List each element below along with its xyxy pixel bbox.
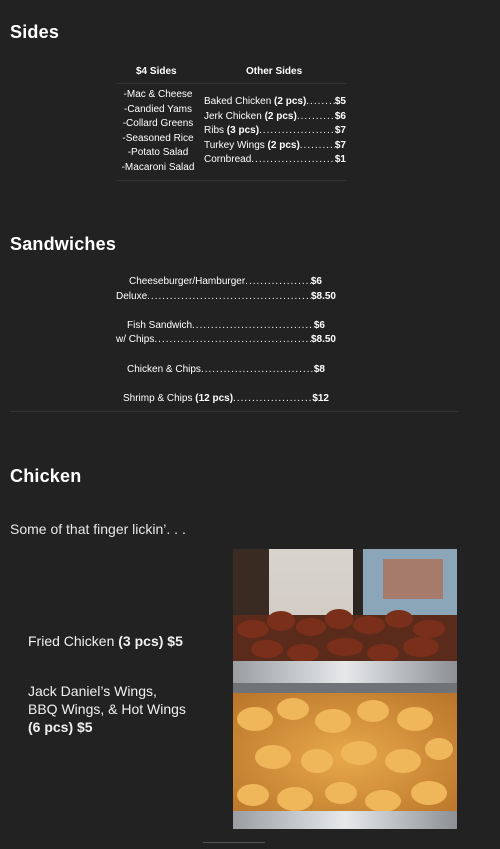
other-side-price: $5 — [334, 96, 346, 107]
sides-heading: Sides — [10, 22, 60, 42]
other-side-row: Jerk Chicken (2 pcs) $6 — [204, 110, 346, 125]
wings-line-1: Jack Daniel’s Wings, — [28, 683, 157, 699]
other-side-price: $1 — [334, 154, 346, 166]
other-side-qty: (2 pcs) — [264, 110, 297, 122]
dot-leader — [147, 291, 311, 302]
other-side-name: Cornbread — [204, 154, 252, 166]
other-side-qty: (3 pcs) — [226, 125, 260, 137]
other-side-row: Ribs (3 pcs) $7 — [204, 124, 346, 139]
other-side-row: Baked Chicken (2 pcs) $5 — [204, 95, 346, 110]
dot-leader — [245, 276, 311, 287]
dot-leader — [297, 110, 335, 125]
sandwich-qty: (12 pcs) — [195, 393, 234, 404]
other-sides-header: Other Sides — [246, 66, 303, 77]
chicken-intro: Some of that finger lickin’. . . — [10, 521, 186, 537]
side-item: -Potato Salad — [127, 147, 189, 159]
wings-line-2: BBQ Wings, & Hot Wings — [28, 701, 186, 717]
sandwich-name: Cheeseburger/Hamburger — [129, 276, 246, 287]
dot-leader — [192, 320, 314, 331]
sandwich-name: w/ Chips — [116, 334, 155, 345]
other-side-row: Turkey Wings (2 pcs) $7 — [204, 139, 346, 154]
wings-price: (6 pcs) $5 — [28, 719, 93, 735]
sandwich-name: Shrimp & Chips — [123, 393, 193, 404]
sandwich-row: Fish Sandwich $6 — [127, 320, 325, 331]
other-side-name: Jerk Chicken — [204, 110, 262, 122]
four-dollar-sides-list: -Mac & Cheese -Candied Yams -Collard Gre… — [116, 88, 200, 176]
other-side-price: $6 — [334, 110, 346, 122]
side-item: -Seasoned Rice — [122, 132, 194, 144]
dot-leader — [154, 334, 311, 345]
side-item: -Collard Greens — [122, 118, 194, 130]
dot-leader — [306, 95, 335, 110]
sandwich-price: $6 — [310, 276, 322, 287]
sides-table-bottom-rule — [116, 180, 346, 181]
fried-chicken-price: (3 pcs) $5 — [118, 633, 183, 649]
sandwich-price: $8 — [313, 364, 325, 375]
sandwich-row: Cheeseburger/Hamburger $6 — [129, 276, 322, 287]
dot-leader — [233, 393, 312, 404]
other-side-name: Ribs — [204, 125, 225, 137]
other-side-qty: (2 pcs) — [267, 139, 300, 151]
chicken-heading: Chicken — [10, 466, 82, 486]
fried-chicken-item: Fried Chicken (3 pcs) $5 — [28, 632, 183, 650]
other-side-price: $7 — [334, 139, 346, 151]
chicken-photo — [233, 549, 457, 829]
sandwiches-heading: Sandwiches — [10, 234, 117, 254]
sandwich-row: Chicken & Chips $8 — [127, 364, 325, 375]
sandwich-price: $6 — [313, 320, 325, 331]
fried-chicken-name: Fried Chicken — [28, 633, 115, 649]
dot-leader — [259, 124, 335, 139]
sandwich-price: $8.50 — [310, 334, 336, 345]
dot-leader — [251, 153, 335, 168]
sides-header-divider — [116, 83, 346, 84]
side-item: -Mac & Cheese — [123, 89, 193, 100]
sandwich-name: Deluxe — [116, 291, 148, 302]
other-side-row: Cornbread $1 — [204, 153, 346, 168]
sandwich-row: Shrimp & Chips (12 pcs) $12 — [123, 393, 329, 404]
other-side-qty: (2 pcs) — [274, 96, 307, 107]
dot-leader — [201, 364, 314, 375]
sandwiches-divider — [10, 411, 458, 412]
sandwich-row: Deluxe $8.50 — [116, 291, 336, 302]
wings-item: Jack Daniel’s Wings, BBQ Wings, & Hot Wi… — [28, 682, 186, 736]
other-side-name: Turkey Wings — [204, 139, 265, 151]
sandwich-price: $12 — [312, 393, 329, 404]
other-sides-list: Baked Chicken (2 pcs) $5 Jerk Chicken (2… — [204, 95, 346, 168]
other-side-name: Baked Chicken — [204, 96, 272, 107]
other-side-price: $7 — [334, 125, 346, 137]
sandwich-name: Chicken & Chips — [127, 364, 201, 375]
sandwich-row: w/ Chips $8.50 — [116, 334, 336, 345]
dot-leader — [300, 139, 335, 154]
four-dollar-sides-header: $4 Sides — [136, 66, 177, 77]
side-item: -Macaroni Salad — [121, 161, 195, 173]
footer-divider — [203, 842, 265, 843]
sandwich-name: Fish Sandwich — [127, 320, 193, 331]
side-item: -Candied Yams — [124, 103, 192, 115]
sandwich-price: $8.50 — [310, 291, 336, 302]
